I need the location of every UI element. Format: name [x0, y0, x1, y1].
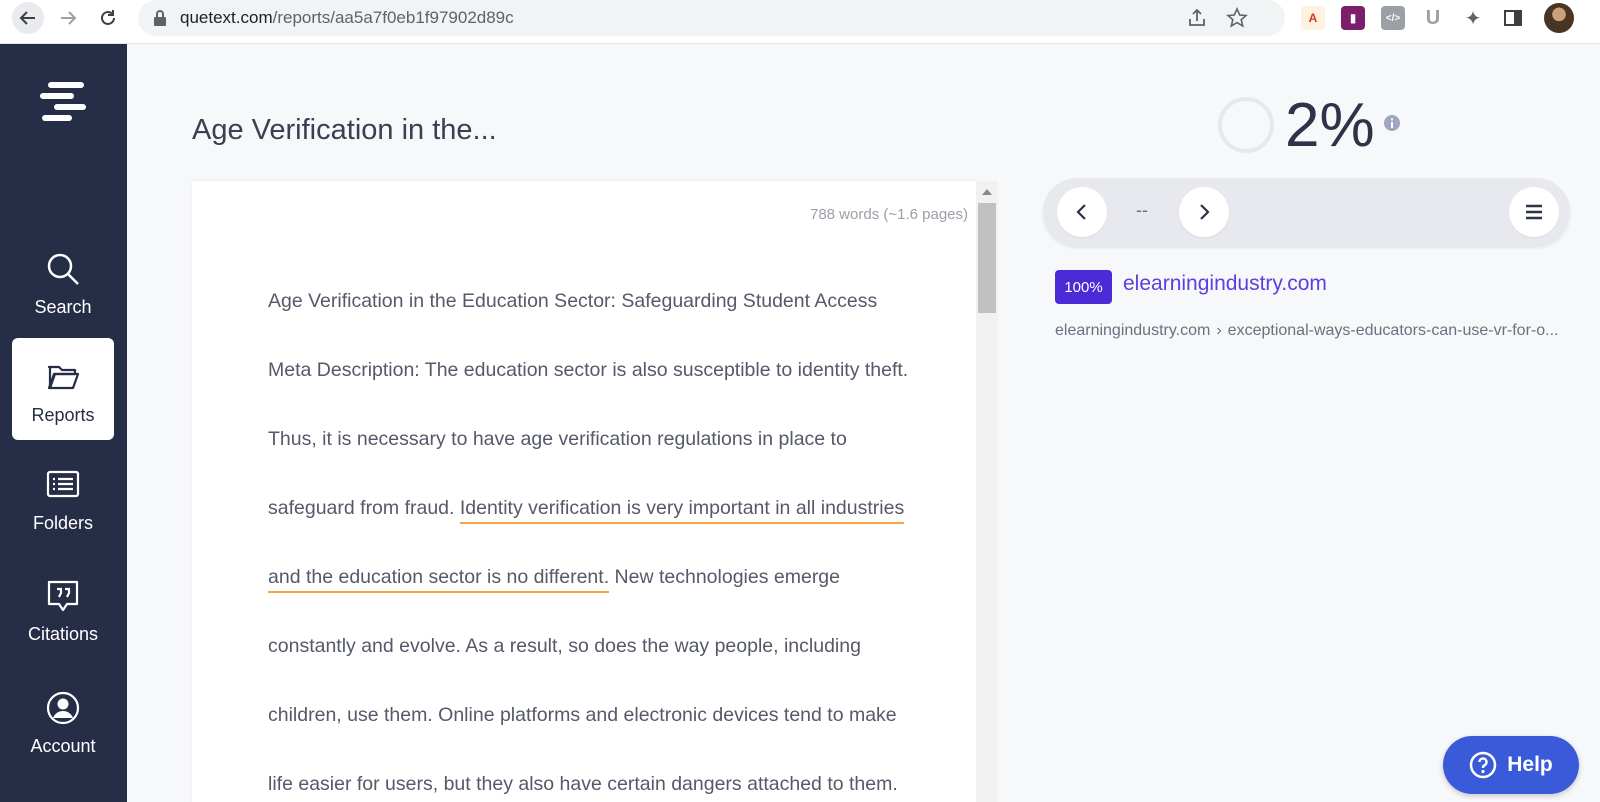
- sidebar-item-label: Reports: [31, 405, 95, 425]
- text-line: constantly and evolve. As a result, so d…: [268, 635, 861, 657]
- score-ring: [1218, 97, 1274, 153]
- next-match-button[interactable]: [1179, 187, 1229, 237]
- sidebar-item-label: Account: [30, 736, 96, 756]
- help-label: Help: [1507, 753, 1553, 776]
- word-count: 788 words (~1.6 pages): [809, 206, 968, 223]
- list-icon: [46, 470, 80, 498]
- browser-toolbar: quetext.com/reports/aa5a7f0eb1f97902d89c…: [0, 0, 1600, 44]
- scroll-thumb[interactable]: [978, 203, 996, 313]
- matched-text-highlight[interactable]: Identity verification is very important …: [459, 497, 905, 524]
- match-navigation: --: [1043, 178, 1570, 246]
- document-title: Age Verification in the...: [192, 114, 497, 146]
- sidebar-item-label: Folders: [32, 513, 94, 533]
- folder-open-icon: [47, 365, 80, 390]
- help-button[interactable]: Help: [1443, 736, 1579, 794]
- source-breadcrumb[interactable]: elearningindustry.com › exceptional-ways-e…: [1055, 322, 1565, 340]
- side-panel-icon[interactable]: [1501, 6, 1525, 30]
- reload-button[interactable]: [92, 2, 124, 34]
- scroll-up-arrow-icon[interactable]: [982, 189, 992, 195]
- menu-button[interactable]: [1509, 187, 1559, 237]
- arrow-left-icon: [19, 11, 35, 25]
- text-line: and the education sector is no different…: [268, 543, 918, 612]
- match-percent-badge: 100%: [1055, 270, 1112, 304]
- document-viewer[interactable]: 788 words (~1.6 pages) Age Verification …: [192, 181, 976, 802]
- text-line: Thus, it is necessary to have age verifi…: [268, 428, 847, 450]
- extension-pro-icon[interactable]: A: [1301, 6, 1325, 30]
- reload-icon: [101, 10, 115, 25]
- sidebar-item-label: Search: [34, 297, 92, 317]
- arrow-right-icon: [61, 11, 77, 25]
- text-segment: safeguard from fraud.: [268, 497, 460, 519]
- bookmark-star-icon[interactable]: [1226, 7, 1248, 29]
- text-line: children, use them. Online platforms and…: [268, 704, 897, 726]
- user-circle-icon: [46, 691, 80, 725]
- chevron-left-icon: [1076, 204, 1086, 220]
- address-bar[interactable]: quetext.com/reports/aa5a7f0eb1f97902d89c: [138, 0, 1285, 36]
- back-button[interactable]: [12, 2, 44, 34]
- url-text: quetext.com/reports/aa5a7f0eb1f97902d89c: [180, 8, 514, 28]
- text-line: Meta Description: The education sector i…: [268, 359, 909, 381]
- extension-u-icon[interactable]: U: [1421, 6, 1445, 30]
- text-line: life easier for users, but they also hav…: [268, 773, 898, 795]
- text-segment: New technologies emerge: [609, 566, 841, 588]
- chevron-right-icon: [1200, 204, 1210, 220]
- sidebar-item-reports[interactable]: Reports: [12, 338, 114, 440]
- extension-code-icon[interactable]: </>: [1381, 6, 1405, 30]
- share-icon[interactable]: [1186, 7, 1208, 29]
- hamburger-menu-icon: [1526, 204, 1542, 220]
- previous-match-button[interactable]: [1057, 187, 1107, 237]
- sidebar-item-folders[interactable]: Folders: [12, 446, 114, 548]
- forward-button[interactable]: [52, 2, 84, 34]
- text-line: Age Verification in the Education Sector…: [268, 290, 878, 312]
- document-text: Age Verification in the Education Sector…: [268, 267, 918, 802]
- url-host: quetext.com: [180, 8, 273, 27]
- document-scrollbar[interactable]: [976, 181, 998, 802]
- matched-text-highlight[interactable]: and the education sector is no different…: [268, 566, 610, 593]
- plagiarism-score: 2%: [1285, 91, 1375, 160]
- question-circle-icon: [1469, 751, 1497, 779]
- sidebar-item-citations[interactable]: Citations: [12, 557, 114, 659]
- source-crumb-host: elearningindustry.com: [1055, 322, 1211, 339]
- lock-icon: [154, 10, 166, 26]
- text-line: safeguard from fraud. Identity verificat…: [268, 474, 918, 543]
- sidebar-item-account[interactable]: Account: [12, 669, 114, 771]
- source-link[interactable]: elearningindustry.com: [1123, 272, 1327, 296]
- quote-bubble-icon: [47, 580, 79, 612]
- breadcrumb-separator-icon: ›: [1216, 322, 1222, 339]
- extensions-puzzle-icon[interactable]: ✦: [1461, 6, 1485, 30]
- search-icon: [47, 253, 79, 285]
- match-index: --: [1136, 200, 1148, 220]
- extension-chart-icon[interactable]: ▮: [1341, 6, 1365, 30]
- info-icon[interactable]: [1384, 115, 1400, 131]
- sidebar-item-search[interactable]: Search: [12, 230, 114, 332]
- url-path: /reports/aa5a7f0eb1f97902d89c: [272, 8, 514, 27]
- sidebar-item-label: Citations: [27, 624, 99, 644]
- source-crumb-path: exceptional-ways-educators-can-use-vr-fo…: [1227, 322, 1559, 339]
- app-sidebar: Search Reports Folders Citations Account: [0, 44, 127, 802]
- profile-avatar[interactable]: [1544, 3, 1574, 33]
- quetext-logo-icon[interactable]: [40, 80, 88, 124]
